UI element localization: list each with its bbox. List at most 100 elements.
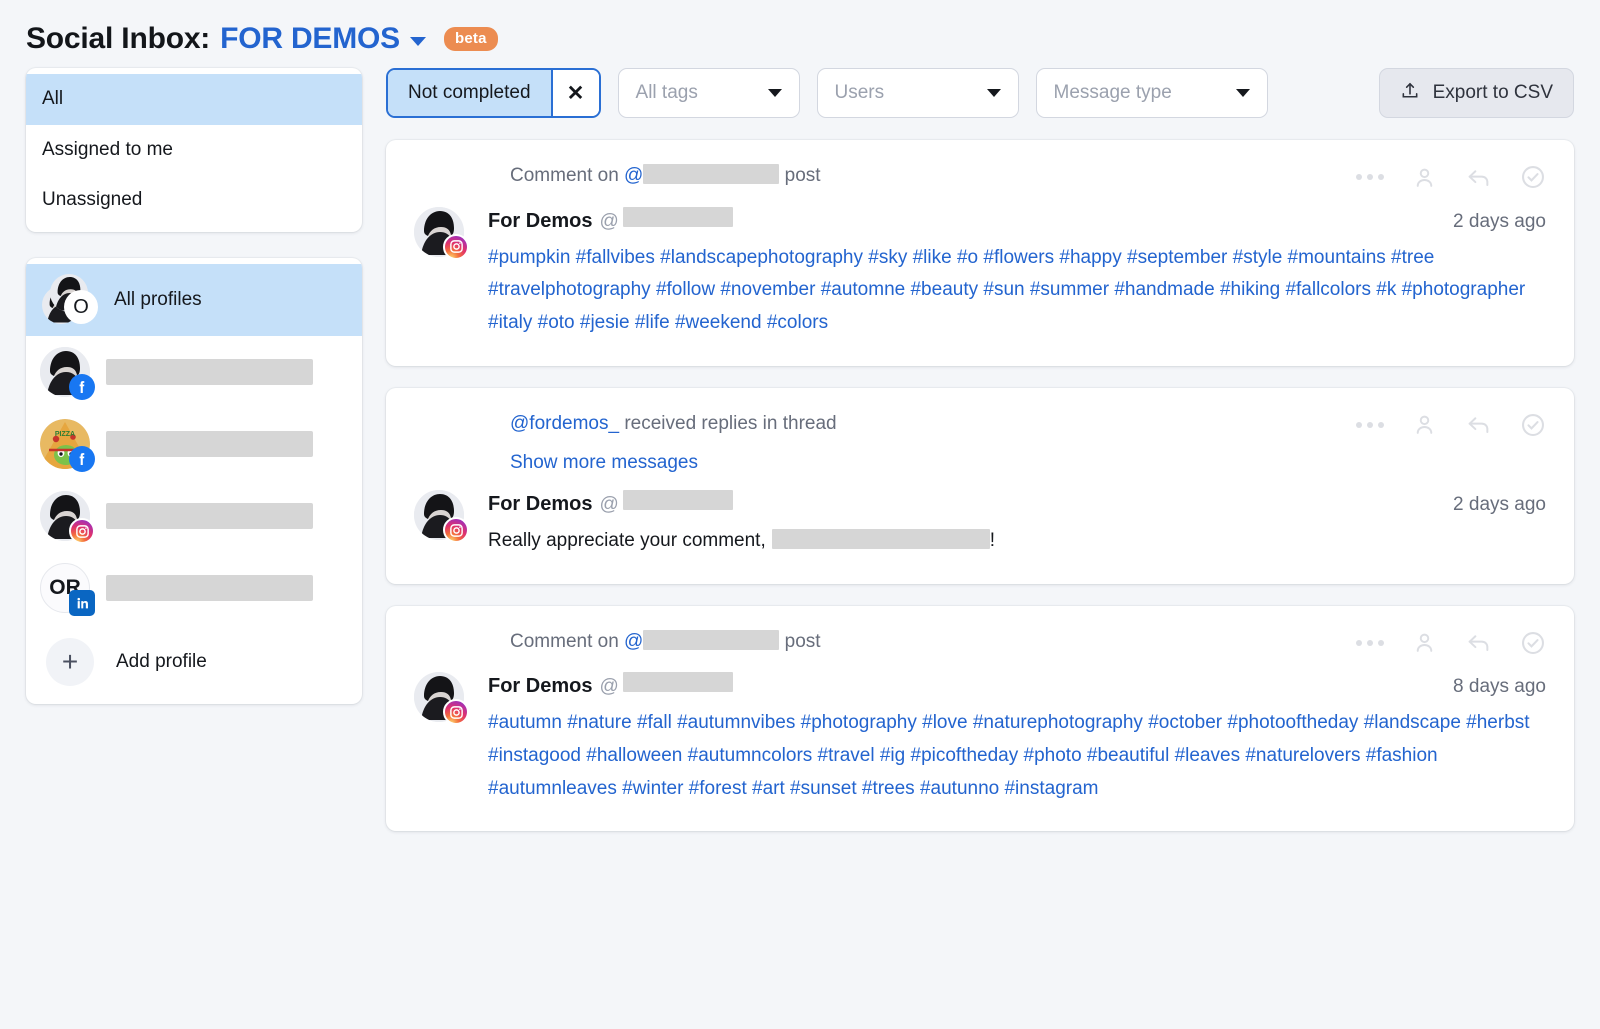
profile-item[interactable]: OR: [26, 552, 362, 624]
message-type-filter-label: Message type: [1053, 82, 1172, 103]
profile-name-redacted: [106, 575, 313, 602]
facebook-icon: [69, 446, 95, 473]
svg-text:PIZZA: PIZZA: [55, 431, 75, 438]
export-to-csv-button[interactable]: Export to CSV: [1378, 68, 1574, 118]
tags-filter-label: All tags: [635, 82, 698, 103]
chevron-down-icon: [986, 89, 1001, 97]
message-context: @fordemos_ received replies in thread: [414, 410, 837, 439]
row-actions: [1356, 162, 1546, 190]
message-body-redacted: [771, 529, 990, 550]
context-handle[interactable]: @fordemos_: [510, 413, 619, 434]
page-header: Social Inbox: FOR DEMOS beta: [0, 0, 1600, 62]
scope-list: All Assigned to me Unassigned: [26, 68, 362, 233]
handle-redacted: [622, 490, 733, 511]
profile-item-all[interactable]: O All profiles: [26, 264, 362, 337]
check-circle-icon[interactable]: [1520, 164, 1546, 190]
person-icon[interactable]: [1412, 412, 1437, 437]
sidebar-item-label: Unassigned: [42, 189, 143, 211]
chevron-down-icon: [1235, 89, 1250, 97]
sidebar-item-all[interactable]: All: [26, 74, 362, 125]
person-icon[interactable]: [1412, 165, 1437, 190]
context-redacted: [643, 164, 780, 184]
message-body-suffix: !: [989, 530, 996, 552]
avatar: [414, 206, 469, 260]
context-suffix: received replies in thread: [619, 412, 837, 434]
sidebar: All Assigned to me Unassigned O All prof…: [26, 68, 362, 853]
avatar: [40, 347, 95, 401]
message-handle: @: [599, 210, 619, 232]
chevron-down-icon[interactable]: [409, 36, 426, 46]
reply-arrow-icon[interactable]: [1465, 165, 1492, 190]
avatar: PIZZA: [40, 419, 95, 473]
show-more-messages-link[interactable]: Show more messages: [414, 452, 1546, 474]
sidebar-item-label: Assigned to me: [42, 138, 173, 160]
filter-chip-label: Not completed: [388, 70, 551, 116]
context-suffix: post: [779, 630, 821, 652]
chevron-down-icon: [767, 89, 782, 97]
person-icon[interactable]: [1412, 630, 1437, 655]
tags-filter-select[interactable]: All tags: [617, 68, 800, 118]
instagram-icon: [443, 699, 469, 726]
instagram-icon: [443, 233, 469, 260]
inbox-content: Not completed ✕ All tags Users Message t…: [386, 68, 1574, 853]
message-author: For Demos: [488, 209, 593, 232]
message-body-text: Really appreciate your comment,: [488, 530, 766, 552]
account-name[interactable]: FOR DEMOS: [220, 22, 400, 56]
message-context: Comment on @ post: [414, 628, 821, 657]
add-profile-label: Add profile: [116, 651, 207, 673]
message-card[interactable]: @fordemos_ received replies in thread Sh…: [386, 387, 1574, 584]
profile-count-badge: O: [64, 290, 98, 325]
profile-item[interactable]: [26, 336, 362, 408]
profile-item[interactable]: [26, 480, 362, 552]
avatar: [40, 491, 95, 545]
sidebar-item-assigned-to-me[interactable]: Assigned to me: [26, 125, 362, 176]
plus-icon: +: [46, 638, 94, 687]
sidebar-item-unassigned[interactable]: Unassigned: [26, 175, 362, 226]
row-actions: [1356, 410, 1546, 438]
message-author: For Demos: [488, 675, 593, 698]
profile-name-redacted: [106, 431, 313, 458]
avatar-stack: O: [40, 274, 98, 326]
reply-arrow-icon[interactable]: [1465, 630, 1492, 655]
close-icon[interactable]: ✕: [550, 70, 599, 116]
upload-icon: [1400, 80, 1420, 107]
check-circle-icon[interactable]: [1520, 630, 1546, 656]
profile-item[interactable]: PIZZA: [26, 408, 362, 480]
message-timestamp: 2 days ago: [1453, 210, 1546, 232]
context-handle: @: [624, 165, 644, 186]
message-card[interactable]: Comment on @ post: [386, 140, 1574, 366]
handle-redacted: [622, 206, 733, 227]
message-timestamp: 8 days ago: [1453, 676, 1546, 698]
check-circle-icon[interactable]: [1520, 412, 1546, 438]
message-handle: @: [599, 676, 619, 698]
context-prefix: Comment on: [510, 630, 625, 652]
instagram-icon: [69, 518, 95, 545]
message-body: Really appreciate your comment,!: [488, 525, 1546, 558]
handle-redacted: [622, 672, 733, 693]
context-prefix: Comment on: [510, 165, 625, 186]
row-actions: [1356, 628, 1546, 656]
beta-badge: beta: [443, 27, 498, 51]
message-context: Comment on @ post: [414, 162, 821, 191]
linkedin-icon: [69, 590, 95, 617]
message-type-filter-select[interactable]: Message type: [1035, 68, 1268, 118]
ellipsis-icon[interactable]: [1356, 639, 1384, 646]
message-author: For Demos: [488, 493, 593, 516]
context-suffix: post: [779, 165, 821, 186]
message-card[interactable]: Comment on @ post: [386, 605, 1574, 832]
social-inbox-page: Social Inbox: FOR DEMOS beta All Assigne…: [0, 0, 1600, 1029]
filter-chip-not-completed[interactable]: Not completed ✕: [386, 68, 601, 118]
ellipsis-icon[interactable]: [1356, 421, 1384, 428]
reply-arrow-icon[interactable]: [1465, 412, 1492, 437]
users-filter-select[interactable]: Users: [816, 68, 1019, 118]
add-profile-button[interactable]: + Add profile: [26, 624, 362, 694]
sidebar-item-label: All: [42, 88, 64, 109]
avatar: OR: [40, 563, 95, 617]
profile-item-label: All profiles: [114, 289, 202, 311]
facebook-icon: [69, 374, 95, 401]
instagram-icon: [443, 517, 469, 544]
ellipsis-icon[interactable]: [1356, 174, 1384, 180]
message-handle: @: [599, 494, 619, 516]
profile-name-redacted: [106, 503, 313, 530]
message-body: #pumpkin #fallvibes #landscapephotograph…: [488, 246, 1526, 333]
